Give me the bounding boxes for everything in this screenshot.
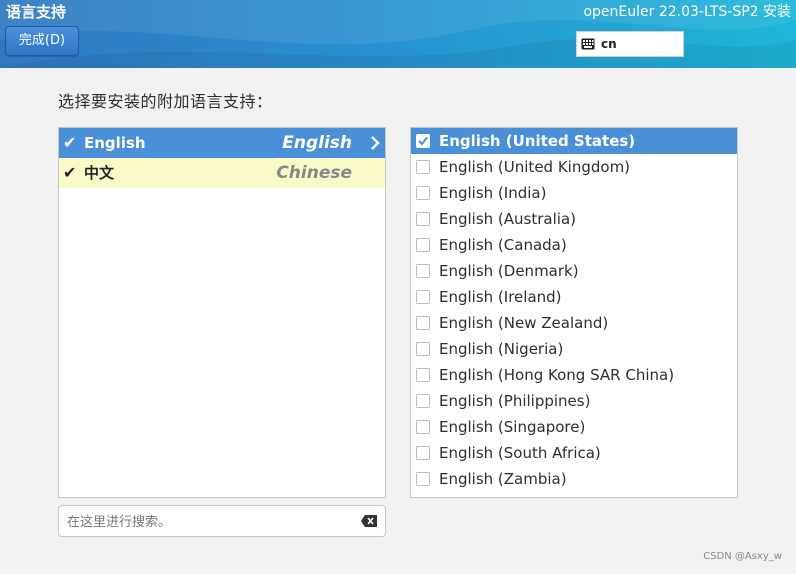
locale-label: English (Zambia)	[439, 470, 567, 488]
locale-label: English (Denmark)	[439, 262, 579, 280]
checkbox[interactable]	[416, 420, 430, 434]
locale-label: English (United Kingdom)	[439, 158, 631, 176]
checkbox[interactable]	[416, 472, 430, 486]
check-icon	[418, 136, 428, 146]
checkbox[interactable]	[416, 290, 430, 304]
locale-row[interactable]: English (United States)	[411, 128, 737, 154]
check-icon: ✔	[63, 133, 77, 152]
language-native-name: English	[84, 134, 146, 152]
locale-row[interactable]: English (Singapore)	[411, 414, 737, 440]
locale-label: English (Philippines)	[439, 392, 591, 410]
checkbox-checked[interactable]	[416, 134, 430, 148]
locale-row[interactable]: English (Zambia)	[411, 466, 737, 492]
language-search-box[interactable]	[58, 505, 386, 537]
locale-row[interactable]: English (Denmark)	[411, 258, 737, 284]
language-support-prompt: 选择要安装的附加语言支持：	[58, 92, 273, 111]
locale-row[interactable]: English (Nigeria)	[411, 336, 737, 362]
done-button[interactable]: 完成(D)	[5, 26, 79, 56]
checkbox[interactable]	[416, 212, 430, 226]
search-input[interactable]	[65, 510, 349, 534]
checkbox[interactable]	[416, 446, 430, 460]
locale-label: English (New Zealand)	[439, 314, 609, 332]
keyboard-layout-label: cn	[601, 37, 617, 51]
clear-icon[interactable]	[361, 515, 377, 527]
locale-row[interactable]: English (New Zealand)	[411, 310, 737, 336]
installer-window: 语言支持 完成(D) openEuler 22.03-LTS-SP2 安装 cn…	[0, 0, 796, 574]
locale-label: English (Ireland)	[439, 288, 562, 306]
checkbox[interactable]	[416, 186, 430, 200]
language-native-name: 中文	[84, 164, 115, 182]
locale-label: English (Australia)	[439, 210, 576, 228]
language-list: ✔ English English ✔ 中文 Chinese	[58, 127, 386, 498]
checkbox[interactable]	[416, 238, 430, 252]
locale-row[interactable]: English (Hong Kong SAR China)	[411, 362, 737, 388]
chevron-right-icon	[371, 136, 380, 150]
language-english-name: Chinese	[276, 163, 352, 183]
locale-label: English (India)	[439, 184, 547, 202]
language-english-name: English	[282, 133, 352, 153]
locale-label: English (United States)	[439, 132, 636, 150]
locale-label: English (Singapore)	[439, 418, 586, 436]
page-title: 语言支持	[6, 3, 67, 21]
watermark: CSDN @Asxy_w	[703, 551, 782, 562]
locale-row[interactable]: English (Australia)	[411, 206, 737, 232]
locale-row[interactable]: English (India)	[411, 180, 737, 206]
locale-row[interactable]: English (South Africa)	[411, 440, 737, 466]
checkbox[interactable]	[416, 316, 430, 330]
locale-list: English (United States) English (United K…	[410, 127, 738, 498]
product-title: openEuler 22.03-LTS-SP2 安装	[583, 4, 791, 20]
locale-row[interactable]: English (Ireland)	[411, 284, 737, 310]
checkbox[interactable]	[416, 394, 430, 408]
locale-label: English (Hong Kong SAR China)	[439, 366, 675, 384]
locale-row[interactable]: English (Philippines)	[411, 388, 737, 414]
locale-row[interactable]: English (Canada)	[411, 232, 737, 258]
keyboard-layout-indicator[interactable]: cn	[576, 31, 684, 57]
locale-label: English (Nigeria)	[439, 340, 564, 358]
check-icon: ✔	[63, 163, 77, 182]
locale-label: English (Canada)	[439, 236, 567, 254]
header-bar: 语言支持 完成(D) openEuler 22.03-LTS-SP2 安装 cn	[0, 0, 796, 68]
language-row-chinese[interactable]: ✔ 中文 Chinese	[59, 158, 385, 188]
locale-label: English (South Africa)	[439, 444, 601, 462]
checkbox[interactable]	[416, 368, 430, 382]
checkbox[interactable]	[416, 342, 430, 356]
checkbox[interactable]	[416, 264, 430, 278]
checkbox[interactable]	[416, 160, 430, 174]
keyboard-icon	[581, 38, 595, 50]
locale-row[interactable]: English (United Kingdom)	[411, 154, 737, 180]
language-row-english[interactable]: ✔ English English	[59, 128, 385, 158]
